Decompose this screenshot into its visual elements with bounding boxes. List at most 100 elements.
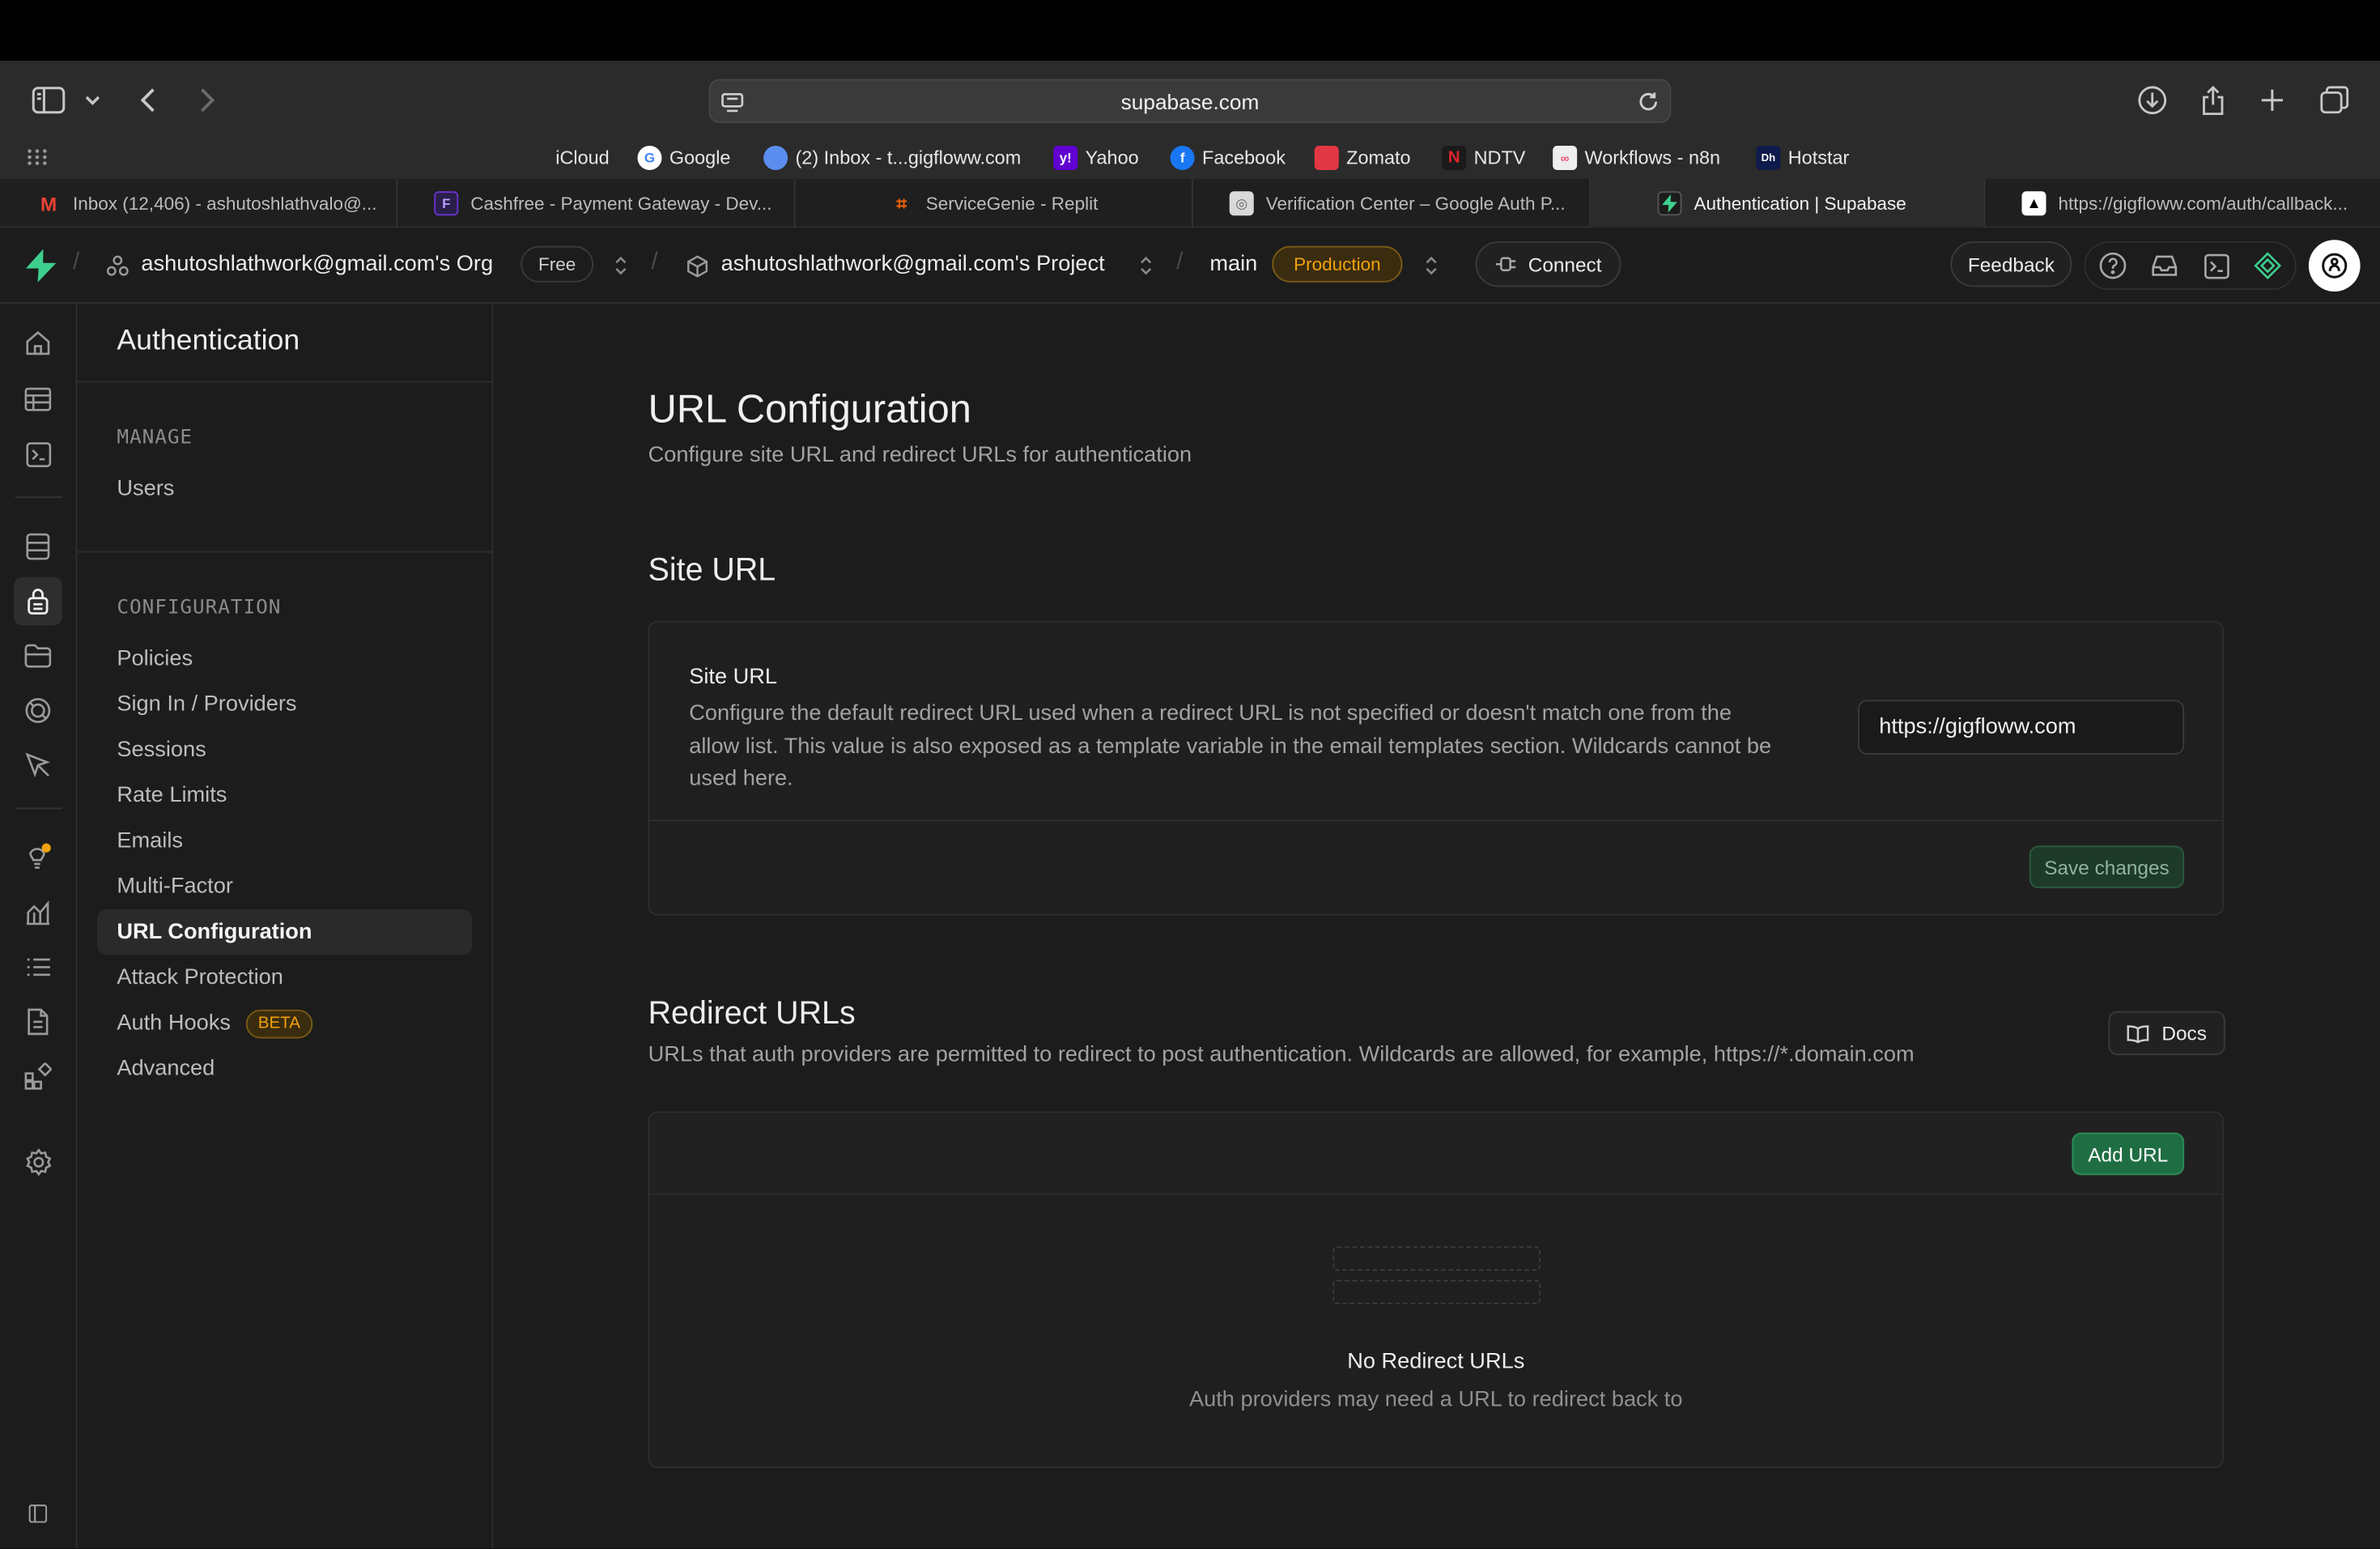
bookmark-yahoo[interactable]: y!Yahoo bbox=[1053, 143, 1138, 173]
authentication-icon[interactable] bbox=[14, 577, 62, 626]
avatar[interactable] bbox=[2309, 240, 2361, 292]
home-icon[interactable] bbox=[14, 319, 62, 368]
collapse-sidebar-icon[interactable] bbox=[14, 1489, 62, 1538]
redirect-urls-card-header bbox=[650, 1113, 2223, 1194]
address-bar[interactable]: supabase.com bbox=[709, 79, 1672, 123]
settings-gear-icon[interactable] bbox=[14, 1137, 62, 1185]
tab-cashfree[interactable]: FCashfree - Payment Gateway - Dev... bbox=[397, 179, 795, 228]
tab-replit[interactable]: ⌗ServiceGenie - Replit bbox=[796, 179, 1193, 228]
database-icon[interactable] bbox=[14, 522, 62, 571]
bookmark-facebook[interactable]: fFacebook bbox=[1171, 143, 1286, 173]
edge-functions-icon[interactable] bbox=[14, 741, 62, 789]
screen: supabase.com iCloud GGoogle (2) Inbox - … bbox=[0, 0, 2380, 1549]
terminal-icon[interactable] bbox=[2201, 250, 2232, 281]
side-menu-divider bbox=[78, 551, 492, 553]
redirect-urls-description: URLs that auth providers are permitted t… bbox=[648, 1043, 1915, 1067]
menu-item-advanced[interactable]: Advanced bbox=[97, 1046, 472, 1092]
address-url[interactable]: supabase.com bbox=[711, 90, 1670, 114]
side-menu-title: Authentication bbox=[117, 325, 300, 358]
realtime-icon[interactable] bbox=[14, 687, 62, 735]
tab-gmail[interactable]: MInbox (12,406) - ashutoshlathvalo@... bbox=[0, 179, 397, 228]
forward-icon[interactable] bbox=[189, 82, 225, 118]
reports-icon[interactable] bbox=[14, 888, 62, 937]
branch-name[interactable]: main bbox=[1209, 252, 1257, 276]
tab-gigfloww-callback[interactable]: ▲https://gigfloww.com/auth/callback... bbox=[1986, 179, 2380, 228]
breadcrumb-separator: / bbox=[651, 249, 657, 277]
tab-label: Cashfree - Payment Gateway - Dev... bbox=[470, 193, 771, 214]
tab-label: Inbox (12,406) - ashutoshlathvalo@... bbox=[73, 193, 377, 214]
add-url-button[interactable]: Add URL bbox=[2072, 1133, 2184, 1176]
menu-item-sessions[interactable]: Sessions bbox=[97, 727, 472, 772]
book-icon bbox=[2127, 1023, 2149, 1043]
bookmark-inbox[interactable]: (2) Inbox - t...gigfloww.com bbox=[763, 143, 1021, 173]
menu-item-multi-factor[interactable]: Multi-Factor bbox=[97, 864, 472, 909]
bookmark-ndtv[interactable]: NNDTV bbox=[1442, 143, 1525, 173]
docs-button[interactable]: Docs bbox=[2108, 1011, 2225, 1055]
bookmark-n8n[interactable]: ∞Workflows - n8n bbox=[1553, 143, 1720, 173]
menu-item-emails[interactable]: Emails bbox=[97, 819, 472, 864]
site-url-input[interactable]: https://gigfloww.com bbox=[1858, 700, 2184, 755]
rail-divider bbox=[15, 496, 62, 498]
browser-toolbar: supabase.com iCloud GGoogle (2) Inbox - … bbox=[0, 61, 2380, 179]
google-auth-icon: ◎ bbox=[1230, 191, 1254, 215]
supabase-logo[interactable] bbox=[26, 249, 57, 283]
production-badge: Production bbox=[1272, 246, 1402, 283]
main-content: URL Configuration Configure site URL and… bbox=[495, 304, 2380, 1549]
menu-item-sign-in-providers[interactable]: Sign In / Providers bbox=[97, 682, 472, 727]
sidebar-toggle-icon[interactable] bbox=[31, 82, 67, 118]
menu-item-label: Auth Hooks bbox=[117, 1011, 231, 1036]
table-editor-icon[interactable] bbox=[14, 375, 62, 423]
section-heading-configuration: CONFIGURATION bbox=[117, 597, 281, 619]
sql-editor-icon[interactable] bbox=[14, 430, 62, 479]
bookmark-label: Google bbox=[669, 147, 731, 168]
integrations-icon[interactable] bbox=[14, 1052, 62, 1100]
menu-item-attack-protection[interactable]: Attack Protection bbox=[97, 955, 472, 1000]
org-name[interactable]: ashutoshlathwork@gmail.com's Org bbox=[141, 252, 493, 276]
page-subtitle: Configure site URL and redirect URLs for… bbox=[648, 444, 1192, 468]
project-name[interactable]: ashutoshlathwork@gmail.com's Project bbox=[721, 252, 1105, 276]
card-divider bbox=[650, 820, 2223, 822]
download-icon[interactable] bbox=[2134, 82, 2170, 118]
back-icon[interactable] bbox=[130, 82, 167, 118]
bookmark-label: Hotstar bbox=[1788, 147, 1850, 168]
replit-icon: ⌗ bbox=[890, 191, 914, 215]
tab-supabase[interactable]: Authentication | Supabase bbox=[1591, 179, 1986, 228]
menu-item-rate-limits[interactable]: Rate Limits bbox=[97, 772, 472, 818]
connect-button[interactable]: Connect bbox=[1476, 241, 1621, 287]
apps-grid-icon[interactable] bbox=[26, 146, 47, 167]
app-header: / ashutoshlathwork@gmail.com's Org Free … bbox=[0, 228, 2380, 304]
chevron-down-icon[interactable] bbox=[79, 82, 107, 118]
logs-icon[interactable] bbox=[14, 943, 62, 991]
menu-item-url-configuration[interactable]: URL Configuration bbox=[97, 909, 472, 955]
inbox-icon[interactable] bbox=[2149, 250, 2180, 281]
save-changes-button[interactable]: Save changes bbox=[2029, 845, 2184, 888]
reload-icon[interactable] bbox=[1636, 90, 1660, 114]
assistant-icon[interactable] bbox=[2253, 250, 2284, 281]
tab-google-auth[interactable]: ◎Verification Center – Google Auth P... bbox=[1193, 179, 1591, 228]
feedback-button[interactable]: Feedback bbox=[1950, 241, 2072, 287]
bookmark-hotstar[interactable]: DhHotstar bbox=[1756, 143, 1849, 173]
connect-label: Connect bbox=[1528, 253, 1602, 275]
project-switch-chevrons-icon[interactable] bbox=[1136, 253, 1157, 278]
bookmark-google[interactable]: GGoogle bbox=[638, 143, 731, 173]
menu-item-policies[interactable]: Policies bbox=[97, 636, 472, 682]
menu-item-users[interactable]: Users bbox=[97, 466, 472, 512]
api-docs-icon[interactable] bbox=[14, 998, 62, 1046]
breadcrumb-separator: / bbox=[73, 249, 79, 277]
menu-item-auth-hooks[interactable]: Auth HooksBETA bbox=[97, 1001, 472, 1046]
section-heading-manage: MANAGE bbox=[117, 427, 193, 449]
advisors-icon[interactable] bbox=[14, 832, 62, 881]
help-icon[interactable] bbox=[2097, 250, 2128, 281]
facebook-icon: f bbox=[1171, 146, 1195, 170]
bookmark-icloud[interactable]: iCloud bbox=[524, 143, 610, 173]
bookmark-zomato[interactable]: Zomato bbox=[1315, 143, 1411, 173]
tab-overview-icon[interactable] bbox=[2316, 82, 2352, 118]
org-switch-chevrons-icon[interactable] bbox=[610, 253, 631, 278]
bookmark-label: Yahoo bbox=[1086, 147, 1139, 168]
new-tab-icon[interactable] bbox=[2254, 82, 2290, 118]
storage-icon[interactable] bbox=[14, 632, 62, 680]
empty-state-title: No Redirect URLs bbox=[650, 1350, 2223, 1374]
empty-state-text: Auth providers may need a URL to redirec… bbox=[650, 1388, 2223, 1412]
share-icon[interactable] bbox=[2195, 82, 2231, 118]
branch-switch-chevrons-icon[interactable] bbox=[1421, 253, 1442, 278]
